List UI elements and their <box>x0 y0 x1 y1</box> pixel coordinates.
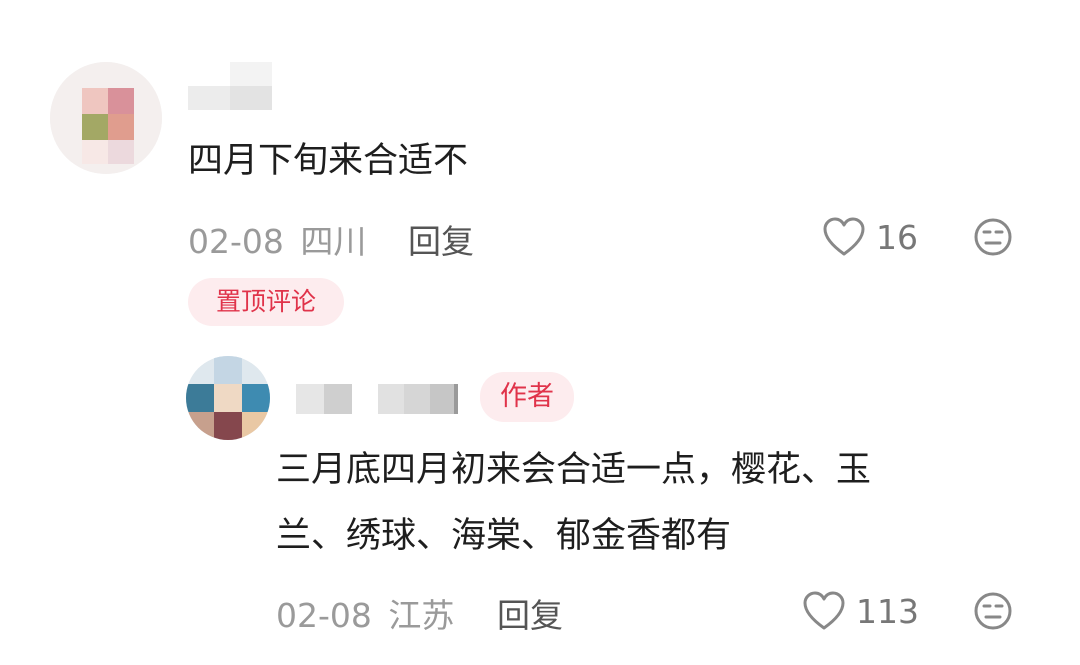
comment-text: 四月下旬来合适不 <box>188 141 469 181</box>
reply-button[interactable]: 回复 <box>408 215 474 263</box>
dislike-face-icon[interactable] <box>973 217 1013 257</box>
username-redacted[interactable] <box>188 62 272 110</box>
reply-text-line: 三月底四月初来会合适一点，樱花、玉 <box>276 450 872 490</box>
comment-meta: 02-08 四川 <box>188 215 366 263</box>
like-button[interactable]: 16 <box>822 217 918 257</box>
reply-date: 02-08 <box>276 596 372 635</box>
reply-location: 江苏 <box>388 596 455 635</box>
dislike-face-icon[interactable] <box>973 591 1013 631</box>
avatar[interactable] <box>50 62 162 174</box>
reply-meta: 02-08 江苏 <box>276 589 454 637</box>
comment-date: 02-08 <box>188 222 284 261</box>
reply-button[interactable]: 回复 <box>497 589 563 637</box>
like-count: 113 <box>856 591 919 631</box>
like-count: 16 <box>876 217 918 257</box>
like-button[interactable]: 113 <box>802 591 919 631</box>
heart-outline-icon <box>803 591 845 630</box>
reply-text-line: 兰、绣球、海棠、郁金香都有 <box>276 516 732 556</box>
heart-outline-icon <box>823 217 865 256</box>
comment-location: 四川 <box>300 222 367 261</box>
author-badge: 作者 <box>480 372 574 422</box>
avatar[interactable] <box>186 356 270 440</box>
pinned-comment-badge: 置顶评论 <box>188 278 344 326</box>
username-redacted[interactable] <box>296 384 466 414</box>
